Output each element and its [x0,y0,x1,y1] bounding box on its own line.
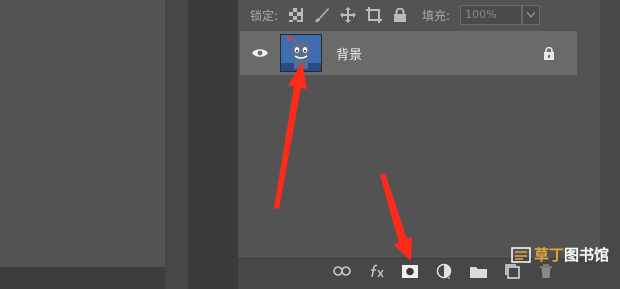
watermark-logo-icon [511,246,531,263]
watermark: 草丁图书馆 [510,244,609,265]
watermark-text-a: 草丁 [534,246,565,264]
watermark-text: 草丁图书馆 [534,244,609,265]
watermark-text-b: 图书馆 [564,246,610,264]
arrow-to-mask-button [380,173,412,261]
arrow-to-thumbnail [274,62,307,209]
